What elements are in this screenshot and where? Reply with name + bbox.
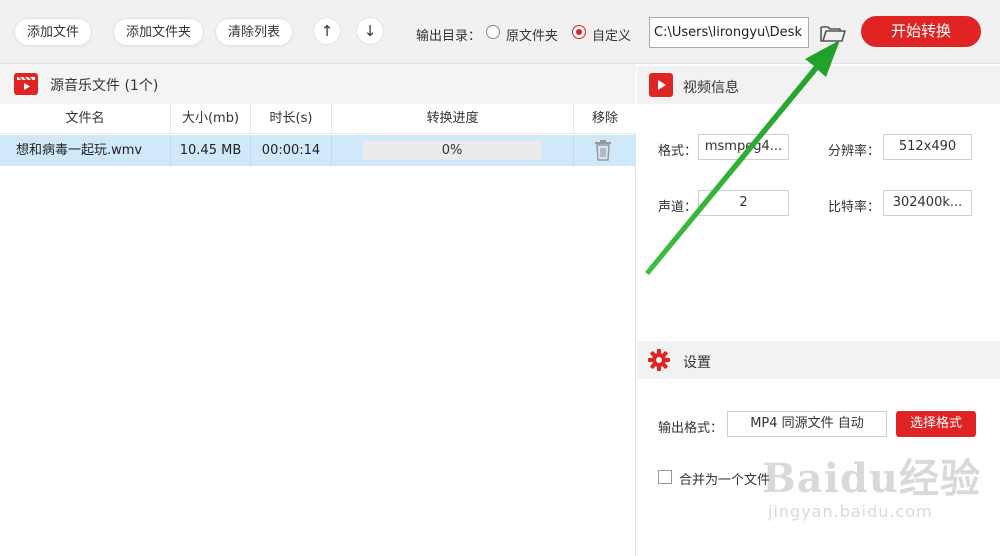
file-list-title: 源音乐文件 (1个) — [50, 78, 159, 94]
row-progress-bar: 0% — [362, 141, 542, 160]
add-file-button[interactable]: 添加文件 — [14, 18, 93, 46]
toolbar: 添加文件 添加文件夹 清除列表 ↑ ↓ 输出目录： 原文件夹 自定义 C:\Us… — [0, 0, 1000, 64]
video-info-header: 视频信息 — [637, 66, 1000, 104]
file-list-panel: 源音乐文件 (1个) 文件名 大小(mb) 时长(s) 转换进度 移除 想和病毒… — [0, 64, 636, 556]
custom-dir-label: 自定义 — [592, 29, 632, 44]
settings-title: 设置 — [683, 355, 711, 371]
select-format-button[interactable]: 选择格式 — [896, 411, 976, 437]
custom-dir-radio[interactable] — [572, 25, 586, 39]
start-convert-button[interactable]: 开始转换 — [861, 16, 981, 47]
format-label: 格式： — [658, 144, 698, 159]
col-size: 大小(mb) — [171, 104, 251, 134]
format-value: msmpeg4... — [698, 134, 789, 160]
move-up-button[interactable]: ↑ — [313, 17, 341, 45]
source-folder-label: 原文件夹 — [506, 29, 559, 44]
row-size: 10.45 MB — [171, 135, 251, 166]
video-play-icon — [649, 73, 673, 97]
watermark: Baidu经验 jingyan.baidu.com — [762, 446, 992, 536]
row-duration: 00:00:14 — [251, 135, 332, 166]
clear-list-button[interactable]: 清除列表 — [215, 18, 294, 46]
bitrate-label: 比特率： — [828, 200, 881, 215]
col-filename: 文件名 — [0, 104, 171, 134]
resolution-value: 512x490 — [883, 134, 972, 160]
row-filename: 想和病毒一起玩.wmv — [0, 135, 171, 166]
col-progress: 转换进度 — [332, 104, 574, 134]
watermark-url: jingyan.baidu.com — [768, 502, 933, 521]
merge-label: 合并为一个文件 — [679, 473, 771, 488]
watermark-logo: Baidu经验 — [762, 455, 981, 502]
gear-icon — [648, 349, 670, 371]
resolution-label: 分辨率： — [828, 144, 881, 159]
table-header: 文件名 大小(mb) 时长(s) 转换进度 移除 — [0, 104, 636, 134]
merge-checkbox[interactable] — [658, 470, 672, 484]
open-folder-icon[interactable] — [818, 20, 848, 46]
trash-icon[interactable] — [594, 140, 612, 161]
move-down-button[interactable]: ↓ — [356, 17, 384, 45]
bitrate-value: 302400k... — [883, 190, 972, 216]
output-path-input[interactable]: C:\Users\lirongyu\Desk — [649, 17, 809, 48]
settings-header: 设置 — [637, 341, 1000, 379]
channels-label: 声道： — [658, 200, 698, 215]
file-list-header: 源音乐文件 (1个) — [0, 64, 636, 104]
table-row[interactable]: 想和病毒一起玩.wmv 10.45 MB 00:00:14 0% — [0, 135, 636, 166]
col-duration: 时长(s) — [251, 104, 332, 134]
output-format-label: 输出格式： — [658, 421, 724, 436]
col-remove: 移除 — [591, 111, 618, 126]
video-info-title: 视频信息 — [683, 80, 739, 96]
music-clapper-icon — [14, 73, 38, 95]
source-folder-radio[interactable] — [486, 25, 500, 39]
arrow-down-icon: ↓ — [363, 22, 377, 40]
channels-value: 2 — [698, 190, 789, 216]
add-folder-button[interactable]: 添加文件夹 — [113, 18, 205, 46]
output-dir-label: 输出目录： — [416, 29, 482, 44]
output-format-value[interactable]: MP4 同源文件 自动 — [727, 411, 887, 437]
arrow-up-icon: ↑ — [320, 22, 334, 40]
